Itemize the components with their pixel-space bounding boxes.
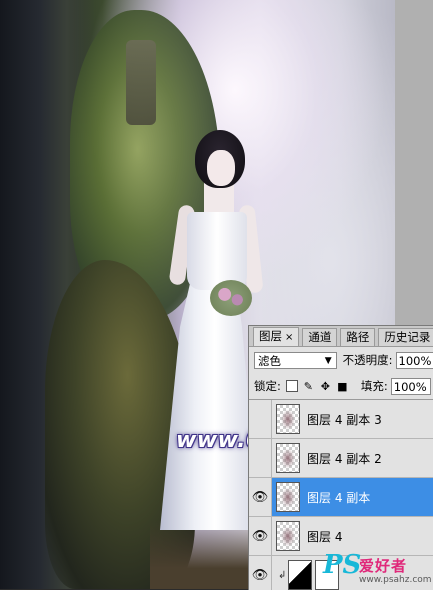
clip-arrow-icon: ↲ [278, 570, 286, 581]
bouquet [210, 280, 252, 316]
layer-name: 图层 4 副本 3 [307, 411, 382, 428]
dropdown-arrow-icon: ▼ [325, 353, 332, 370]
layer-name: 图层 4 [307, 528, 342, 545]
layer-name: 图层 4 副本 [307, 489, 370, 506]
layer-thumbnail [276, 482, 300, 512]
panel-tabs: 图层× 通道 路径 历史记录 [249, 326, 433, 347]
lock-icons: ✎ ✥ ■ [286, 380, 353, 393]
opacity-label: 不透明度: [343, 352, 393, 368]
fill-label: 填充: [361, 378, 388, 394]
layer-name: 图层 4 副本 2 [307, 450, 382, 467]
fill-input[interactable]: 100% [391, 378, 431, 395]
eye-icon[interactable]: 👁 [249, 556, 272, 590]
logo-cn-text: 爱好者 [359, 555, 407, 576]
lock-all-icon[interactable]: ■ [336, 380, 349, 393]
lock-position-icon[interactable]: ✥ [319, 380, 332, 393]
visibility-toggle-empty[interactable] [249, 439, 272, 477]
layer-row[interactable]: 图层 4 副本 3 [249, 400, 433, 439]
adjustment-thumbnail [288, 560, 312, 590]
canvas-background-strip [395, 0, 433, 328]
tab-paths[interactable]: 路径 [340, 328, 375, 346]
lock-row: 锁定: ✎ ✥ ■ 填充: 100% [249, 373, 433, 399]
tab-channels[interactable]: 通道 [302, 328, 337, 346]
blend-row: 滤色 ▼ 不透明度: 100% [249, 347, 433, 373]
layer-thumbnail [276, 521, 300, 551]
tab-history-label: 历史记录 [384, 330, 430, 344]
logo-ps-text: PS [323, 550, 361, 580]
lock-image-pixels-icon[interactable]: ✎ [302, 380, 315, 393]
bride-bodice [187, 212, 247, 290]
logo-url-text: www.psahz.com [359, 575, 432, 585]
psahz-logo: PS 爱好者 www.psahz.com [323, 550, 433, 589]
layer-row[interactable]: 图层 4 副本 2 [249, 439, 433, 478]
blend-mode-select[interactable]: 滤色 ▼ [254, 352, 337, 369]
layer-thumbnail [276, 443, 300, 473]
opacity-input[interactable]: 100% [396, 352, 433, 369]
tab-layers-label: 图层 [259, 329, 282, 343]
layer-row-selected[interactable]: 👁 图层 4 副本 [249, 478, 433, 517]
eye-icon[interactable]: 👁 [249, 478, 272, 516]
tab-close-icon[interactable]: × [285, 332, 293, 343]
tab-channels-label: 通道 [308, 330, 331, 344]
lantern [126, 40, 156, 125]
lock-label: 锁定: [254, 378, 281, 394]
tab-paths-label: 路径 [346, 330, 369, 344]
eye-icon[interactable]: 👁 [249, 517, 272, 555]
blend-mode-value: 滤色 [258, 354, 281, 368]
layer-thumbnail [276, 404, 300, 434]
ground [150, 520, 250, 589]
tab-history[interactable]: 历史记录 [378, 328, 433, 346]
bride-face [207, 150, 235, 186]
tab-layers[interactable]: 图层× [253, 327, 299, 346]
lock-transparent-pixels-icon[interactable] [286, 380, 298, 392]
visibility-toggle-empty[interactable] [249, 400, 272, 438]
